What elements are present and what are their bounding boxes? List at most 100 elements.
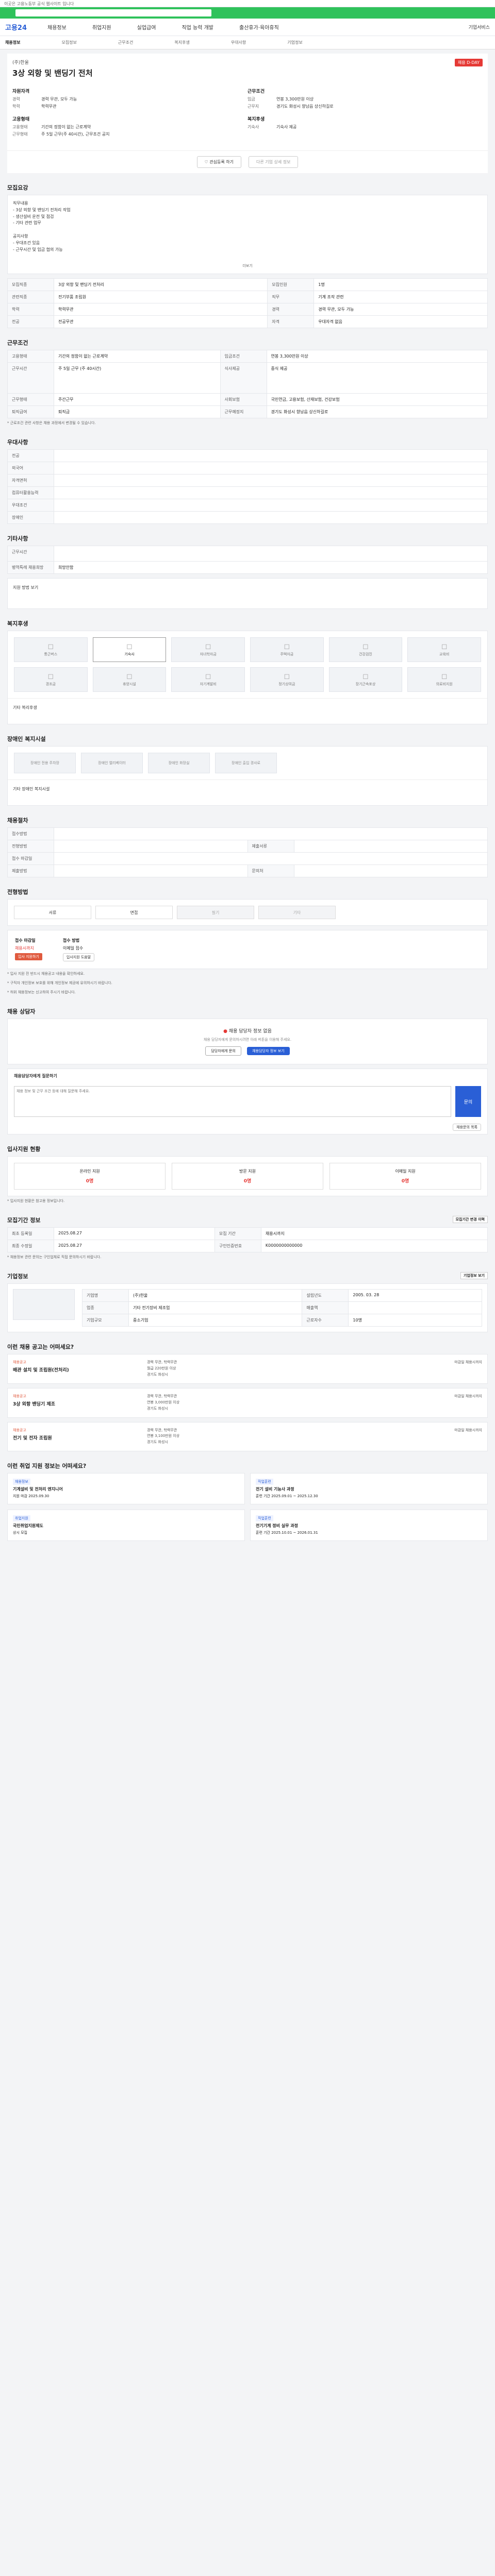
td: 10명 bbox=[348, 1314, 482, 1327]
welfare-item: ◻ 휴양시설 bbox=[92, 667, 167, 692]
company-more-button[interactable]: 기업정보 보기 bbox=[460, 1272, 488, 1280]
th: 우대조건 bbox=[7, 499, 54, 512]
service-desc: 상시 모집 bbox=[13, 1531, 27, 1535]
more-button[interactable]: 더보기 bbox=[13, 263, 482, 268]
apply-help-button[interactable]: 입사지원 도움말 bbox=[62, 953, 95, 962]
section-services: 이런 취업 지원 정보는 어떠세요? 채용정보 기계설비 및 전처리 엔지니어 지원… bbox=[7, 1459, 488, 1541]
tab-conditions[interactable]: 근무조건 bbox=[118, 40, 133, 45]
helper-info-button[interactable]: 채용담당자 정보 보기 bbox=[247, 1047, 290, 1056]
welfare-grid: ◻ 통근버스 ◻ 기숙사 ◻ 자녀학자금 ◻ 주택자금 ◻ 건강검진 ◻ 교육비 ◻ 경조금 ◻ 휴양시설 ◻ 자… bbox=[8, 631, 487, 698]
gnb-item-leave[interactable]: 출산휴가·육아휴직 bbox=[239, 23, 279, 31]
service-card[interactable]: 직업훈련 전기기계 정비 실무 과정 훈련 기간 2025.10.01 ~ 2026… bbox=[250, 1510, 488, 1541]
job-card-title[interactable]: 3상 외항 밴딩기 제조 bbox=[13, 1400, 147, 1407]
similar-job-card[interactable]: 채용공고 전기 및 전자 조립원 경력 무관, 학력무관 연봉 3,100만원 이상… bbox=[7, 1421, 488, 1452]
table-row: 컴퓨터활용능력 bbox=[7, 486, 488, 500]
td: 주 5일 근무 (주 40시간) bbox=[54, 362, 221, 394]
td: 희망안함 bbox=[54, 561, 488, 574]
table-row: 우대조건 bbox=[7, 499, 488, 512]
section-title: 모집요강 bbox=[7, 184, 28, 191]
contact-button[interactable]: 담당자에게 문의 bbox=[205, 1046, 241, 1056]
welfare-item: ◻ 정기상여금 bbox=[250, 667, 324, 692]
inquiry-list-button[interactable]: 채용문의 목록 bbox=[453, 1124, 481, 1131]
service-card[interactable]: 채용정보 기계설비 및 전처리 엔지니어 지원 마감 2025.09.30 bbox=[7, 1473, 245, 1505]
similar-job-card[interactable]: 채용공고 배관 설치 및 조립원(전처리) 경력 무관, 학력무관 월급 220만원… bbox=[7, 1354, 488, 1384]
process-table: 접수방법 전형방법 제출서류 접수 마감일 제출방법 문의처 bbox=[7, 827, 488, 878]
company-detail-button[interactable]: 다른 기업 상세 정보 bbox=[248, 156, 299, 168]
welfare-item: ◻ 건강검진 bbox=[328, 637, 403, 663]
heart-icon: ♡ bbox=[204, 160, 210, 164]
table-row: 근무시간 bbox=[7, 546, 488, 562]
summary-group-title: 자원자격 bbox=[12, 89, 30, 94]
global-nav: 고용24 채용정보 취업지원 실업급여 직업 능력 개발 출산휴가·육아휴직 기… bbox=[0, 19, 495, 36]
table-row: 접수방법 bbox=[7, 827, 488, 841]
section-title: 전형방법 bbox=[7, 889, 28, 896]
section-helper: 채용 상담자 ● 채용 담당자 정보 없음 채용 담당자에게 문의하시려면 아래… bbox=[7, 1004, 488, 1135]
th: 모집직종 bbox=[7, 278, 54, 292]
service-tag: 취업지원 bbox=[13, 1515, 30, 1522]
tab-company[interactable]: 기업정보 bbox=[287, 40, 302, 45]
apply-method-link[interactable]: 지원 방법 보기 bbox=[13, 585, 38, 590]
td: 우대자격 없음 bbox=[314, 315, 488, 329]
welfare-note: 기타 복리후생 bbox=[8, 698, 487, 724]
service-title[interactable]: 기계설비 및 전처리 엔지니어 bbox=[13, 1486, 239, 1492]
method-interview: 면접 bbox=[95, 906, 173, 920]
gnb-item-benefit[interactable]: 실업급여 bbox=[137, 23, 156, 31]
th: 자격면허 bbox=[7, 474, 54, 487]
company-box: 기업명 (주)한울 설립년도 2005. 03. 28 업종 기타 전기장비 제조업 매출… bbox=[7, 1283, 488, 1333]
welfare-label: 자녀학자금 bbox=[200, 652, 217, 657]
th: 전형방법 bbox=[7, 840, 54, 853]
gnb-item-jobs[interactable]: 채용정보 bbox=[47, 23, 67, 31]
desc-line: - 기타 관련 업무 bbox=[13, 221, 41, 226]
stat-email: 이메일 지원 0명 bbox=[329, 1163, 481, 1190]
inquiry-input[interactable] bbox=[14, 1086, 451, 1117]
tab-requirements[interactable]: 모집정보 bbox=[61, 40, 76, 45]
stat-count: 0명 bbox=[401, 1179, 409, 1184]
method-other: 기타 bbox=[258, 906, 336, 920]
service-title[interactable]: 전기기계 정비 실무 과정 bbox=[256, 1523, 482, 1529]
search-input[interactable] bbox=[15, 9, 211, 16]
stats-row: 온라인 지원 0명 방문 지원 0명 이메일 지원 0명 bbox=[8, 1157, 487, 1196]
facility-elevator: 장애인 엘리베이터 bbox=[81, 753, 143, 774]
table-row: 장애인 bbox=[7, 511, 488, 524]
welfare-label: 주택자금 bbox=[280, 652, 294, 657]
welfare-label: 건강검진 bbox=[359, 652, 372, 657]
service-title[interactable]: 전기 설비 기능사 과정 bbox=[256, 1486, 482, 1492]
th: 학력 bbox=[7, 303, 54, 316]
section-welfare: 복지후생 ◻ 통근버스 ◻ 기숙사 ◻ 자녀학자금 ◻ 주택자금 ◻ 건강검진 ◻ 교육비 ◻ 경조금 ◻ 휴… bbox=[7, 616, 488, 725]
recruit-description: 직무내용 - 3상 외항 및 밴딩기 전처리 작업 - 생산설비 운전 및 점검… bbox=[7, 195, 488, 275]
td: 2005. 03. 28 bbox=[348, 1289, 482, 1302]
service-card[interactable]: 직업훈련 전기 설비 기능사 과정 훈련 기간 2025.09.01 ~ 2025.… bbox=[250, 1473, 488, 1505]
job-card-title[interactable]: 배관 설치 및 조립원(전처리) bbox=[13, 1366, 147, 1373]
job-card-title[interactable]: 전기 및 전자 조립원 bbox=[13, 1434, 147, 1441]
similar-job-card[interactable]: 채용공고 3상 외항 밴딩기 제조 경력 무관, 학력무관 연봉 3,000만원 이… bbox=[7, 1387, 488, 1418]
td bbox=[54, 827, 488, 841]
welfare-box: ◻ 통근버스 ◻ 기숙사 ◻ 자녀학자금 ◻ 주택자금 ◻ 건강검진 ◻ 교육비 ◻ 경조금 ◻ 휴양시설 ◻ 자… bbox=[7, 631, 488, 725]
tab-welfare[interactable]: 복지후생 bbox=[174, 40, 189, 45]
service-title[interactable]: 국민취업지원제도 bbox=[13, 1523, 239, 1529]
service-card[interactable]: 취업지원 국민취업지원제도상시 모집 bbox=[7, 1510, 245, 1541]
table-row: 기업규모 중소기업 근로자수 10명 bbox=[82, 1314, 482, 1327]
table-row: 전공 bbox=[7, 449, 488, 463]
td bbox=[348, 1301, 482, 1315]
desc-line: - 근무시간 및 임금 협의 가능 bbox=[13, 247, 63, 252]
gnb-item-training[interactable]: 직업 능력 개발 bbox=[182, 23, 213, 31]
apply-button[interactable]: 입사 지원하기 bbox=[15, 953, 42, 961]
service-tag: 직업훈련 bbox=[256, 1515, 273, 1522]
enterprise-link[interactable]: 기업서비스 bbox=[469, 24, 490, 30]
tab-recruit[interactable]: 채용정보 bbox=[5, 40, 20, 45]
summary-right: 근무조건 임금 연봉 3,300만원 이상 근무지 경기도 화성시 향남읍 상신하길… bbox=[248, 88, 483, 143]
history-button[interactable]: 모집기간 변경 이력 bbox=[452, 1216, 488, 1224]
welfare-item: ◻ 자기계발비 bbox=[171, 667, 245, 692]
company-name[interactable]: (주)한울 bbox=[12, 59, 483, 65]
th: 근무형태 bbox=[7, 393, 54, 406]
stat-label: 방문 지원 bbox=[239, 1169, 256, 1174]
job-card-left: 채용공고 3상 외항 밴딩기 제조 bbox=[13, 1394, 147, 1412]
save-job-button[interactable]: ♡ 관심등록 하기 bbox=[196, 156, 241, 168]
welfare-label: 정기상여금 bbox=[278, 682, 295, 687]
gnb-item-support[interactable]: 취업지원 bbox=[92, 23, 111, 31]
th: 컴퓨터활용능력 bbox=[7, 486, 54, 500]
inquiry-send-button[interactable]: 문의 bbox=[455, 1086, 481, 1117]
kv-key: 임금 bbox=[248, 97, 255, 101]
logo[interactable]: 고용24 bbox=[5, 22, 27, 32]
tab-preference[interactable]: 우대사항 bbox=[231, 40, 246, 45]
